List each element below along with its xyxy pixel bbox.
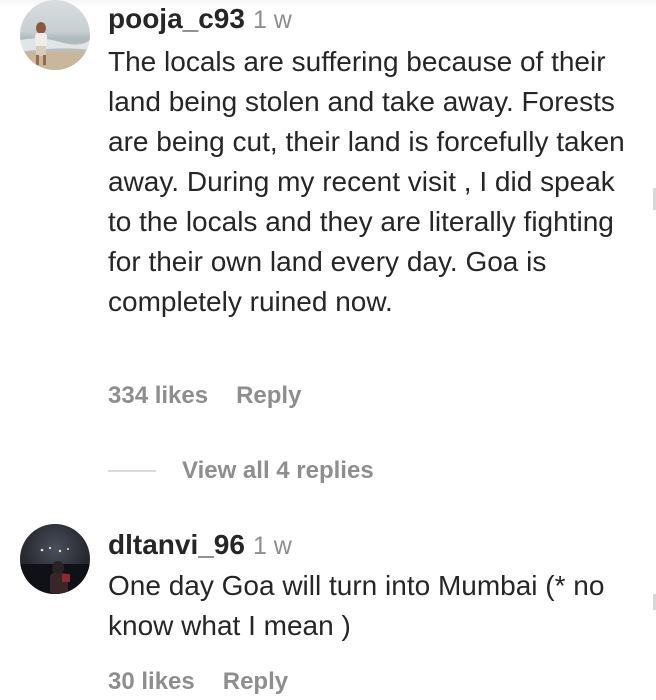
- comment-time: 1 w: [252, 532, 292, 560]
- comment-time: 1 w: [252, 6, 292, 34]
- avatar[interactable]: [20, 0, 90, 70]
- avatar-beach-photo: [20, 0, 90, 70]
- top-divider: [0, 0, 656, 8]
- comment-body: One day Goa will turn into Mumbai (* no …: [108, 570, 605, 641]
- avatar-night-photo: [20, 524, 90, 594]
- avatar[interactable]: [20, 524, 90, 594]
- comment-actions: 334 likes Reply: [108, 382, 301, 410]
- comment-actions: 30 likes Reply: [108, 668, 288, 696]
- comment-username[interactable]: pooja_c93 1 w: [108, 3, 292, 36]
- reply-button[interactable]: Reply: [236, 382, 301, 409]
- comment-body: The locals are suffering because of thei…: [108, 46, 625, 317]
- likes-count[interactable]: 334 likes: [108, 382, 208, 409]
- view-replies-button[interactable]: View all 4 replies: [108, 455, 374, 487]
- username-text[interactable]: dltanvi_96: [108, 529, 245, 560]
- replies-divider-line: [108, 470, 156, 472]
- reply-button[interactable]: Reply: [223, 668, 288, 695]
- view-replies-label[interactable]: View all 4 replies: [182, 457, 374, 485]
- username-text[interactable]: pooja_c93: [108, 3, 245, 34]
- comments-panel: pooja_c93 1 w The locals are suffering be…: [0, 0, 656, 700]
- likes-count[interactable]: 30 likes: [108, 668, 195, 695]
- comment-username[interactable]: dltanvi_96 1 w: [108, 529, 292, 562]
